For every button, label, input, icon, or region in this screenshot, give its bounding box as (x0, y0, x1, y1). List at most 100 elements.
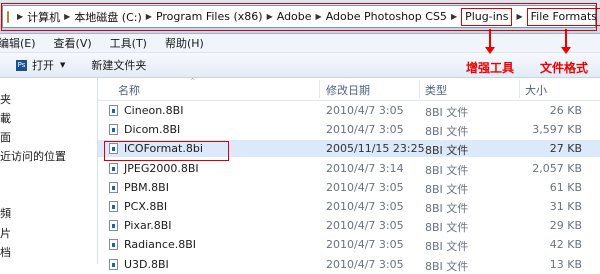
annotation-arrow (565, 29, 567, 48)
chevron-right-icon[interactable]: ▶ (64, 12, 70, 21)
table-row[interactable]: Radiance.8BI 2010/4/7 3:05 8BI 文件 42 KB (98, 236, 600, 253)
chevron-right-icon[interactable]: ▶ (146, 12, 152, 21)
file-icon (109, 143, 118, 154)
table-row[interactable]: ICOFormat.8bi 2005/11/15 23:25 8BI 文件 27 KB (98, 140, 600, 157)
menu-edit[interactable]: 编辑(E) (0, 35, 36, 51)
annotation-plugins-label: 增强工具 (466, 61, 515, 75)
table-row[interactable]: U3D.8BI 2010/4/7 3:05 8BI 文件 13 KB (98, 256, 600, 273)
breadcrumb-local-disk[interactable]: 本地磁盘 (C:) (74, 9, 141, 25)
table-row[interactable]: PCX.8BI 2010/4/7 3:05 8BI 文件 31 KB (98, 198, 600, 215)
column-type[interactable]: 类型 (425, 82, 447, 98)
chevron-right-icon[interactable]: ▶ (17, 12, 23, 21)
file-size: 26 KB (549, 104, 582, 117)
column-divider[interactable] (519, 80, 520, 98)
column-header: ^ 名称 修改日期 类型 大小 (98, 78, 600, 101)
breadcrumb[interactable]: ▶ 计算机 ▶ 本地磁盘 (C:) ▶ Program Files (x86) … (2, 5, 600, 28)
file-icon (109, 124, 118, 135)
file-date: 2010/4/7 3:05 (326, 238, 404, 251)
annotation-arrow (489, 29, 491, 48)
file-icon (109, 259, 118, 270)
address-bar: ▶ 计算机 ▶ 本地磁盘 (C:) ▶ Program Files (x86) … (0, 0, 600, 34)
nav-item[interactable]: 面 (0, 129, 11, 145)
nav-item[interactable]: 頻 (0, 205, 11, 221)
annotation-arrow-head (485, 47, 495, 54)
column-name[interactable]: 名称 (118, 82, 140, 98)
nav-item-recent-places[interactable]: 近访问的位置 (0, 148, 66, 164)
chevron-right-icon[interactable]: ▶ (316, 12, 322, 21)
file-type: 8BI 文件 (425, 260, 469, 273)
file-icon (109, 163, 118, 174)
file-icon (109, 239, 118, 250)
file-size: 29 KB (549, 219, 582, 232)
file-name: ICOFormat.8bi (124, 142, 203, 155)
column-divider[interactable] (319, 80, 320, 98)
file-size: 42 KB (549, 238, 582, 251)
file-date: 2005/11/15 23:25 (326, 142, 425, 155)
file-type: 8BI 文件 (425, 221, 469, 234)
photoshop-icon: Ps (16, 59, 27, 71)
chevron-right-icon[interactable]: ▶ (516, 12, 522, 21)
file-name: U3D.8BI (124, 258, 169, 271)
column-divider[interactable] (419, 80, 420, 98)
new-folder-button[interactable]: 新建文件夹 (91, 57, 146, 73)
file-date: 2010/4/7 3:05 (326, 123, 404, 136)
file-type: 8BI 文件 (425, 183, 469, 196)
file-icon (109, 220, 118, 231)
file-size: 2,057 KB (532, 162, 582, 175)
file-size: 27 KB (549, 142, 582, 155)
breadcrumb-program-files[interactable]: Program Files (x86) (156, 10, 263, 23)
file-date: 2010/4/7 3:05 (326, 104, 404, 117)
annotation-arrow-head (561, 47, 571, 54)
column-date[interactable]: 修改日期 (326, 82, 370, 98)
file-name: Dicom.8BI (124, 123, 181, 136)
file-type: 8BI 文件 (425, 164, 469, 177)
file-icon (109, 182, 118, 193)
file-date: 2010/4/7 3:05 (326, 181, 404, 194)
table-row[interactable]: PBM.8BI 2010/4/7 3:05 8BI 文件 61 KB (98, 179, 600, 196)
nav-item[interactable]: 片 (0, 225, 11, 241)
column-size[interactable]: 大小 (525, 82, 547, 98)
chevron-down-icon[interactable]: ▼ (60, 61, 65, 69)
file-name: Pixar.8BI (124, 219, 172, 232)
sort-caret-icon: ^ (190, 78, 196, 85)
annotation-fileformats-label: 文件格式 (540, 61, 589, 75)
file-type: 8BI 文件 (425, 144, 469, 157)
file-name: Radiance.8BI (124, 238, 196, 251)
file-icon (109, 201, 118, 212)
file-type: 8BI 文件 (425, 240, 469, 253)
menu-view[interactable]: 查看(V) (54, 35, 92, 51)
navigation-pane: 夹 載 面 近访问的位置 頻 片 档 (0, 78, 97, 264)
file-date: 2010/4/7 3:05 (326, 258, 404, 271)
menu-help[interactable]: 帮助(H) (165, 35, 204, 51)
table-row[interactable]: Cineon.8BI 2010/4/7 3:05 8BI 文件 26 KB (98, 102, 600, 119)
breadcrumb-computer[interactable]: 计算机 (27, 9, 60, 25)
file-date: 2010/4/7 3:05 (326, 219, 404, 232)
menu-tools[interactable]: 工具(T) (110, 35, 147, 51)
file-date: 2010/4/7 3:05 (326, 200, 404, 213)
file-type: 8BI 文件 (425, 106, 469, 119)
folder-icon (7, 10, 9, 23)
breadcrumb-plugins[interactable]: Plug-ins (461, 7, 513, 26)
chevron-right-icon[interactable]: ▶ (451, 12, 457, 21)
chevron-right-icon[interactable]: ▶ (267, 12, 273, 21)
nav-item[interactable]: 載 (0, 110, 11, 126)
file-name: PBM.8BI (124, 181, 169, 194)
nav-item[interactable]: 夹 (0, 91, 11, 107)
breadcrumb-photoshop[interactable]: Adobe Photoshop CS5 (326, 10, 447, 23)
breadcrumb-adobe[interactable]: Adobe (277, 10, 312, 23)
file-name: Cineon.8BI (124, 104, 184, 117)
file-list: ^ 名称 修改日期 类型 大小 Cineon.8BI 2010/4/7 3:05 8… (98, 78, 600, 273)
table-row[interactable]: Pixar.8BI 2010/4/7 3:05 8BI 文件 29 KB (98, 217, 600, 234)
file-type: 8BI 文件 (425, 125, 469, 138)
open-label: 打开 (32, 59, 54, 72)
open-button[interactable]: Ps 打开 ▼ (16, 57, 65, 73)
file-name: PCX.8BI (124, 200, 168, 213)
breadcrumb-file-formats[interactable]: File Formats (526, 7, 600, 26)
table-row[interactable]: Dicom.8BI 2010/4/7 3:05 8BI 文件 3,597 KB (98, 121, 600, 138)
file-size: 31 KB (549, 200, 582, 213)
table-row[interactable]: JPEG2000.8BI 2010/4/7 3:14 8BI 文件 2,057 KB (98, 160, 600, 177)
file-type: 8BI 文件 (425, 202, 469, 215)
file-date: 2010/4/7 3:14 (326, 162, 404, 175)
file-name: JPEG2000.8BI (124, 162, 199, 175)
nav-item[interactable]: 档 (0, 244, 11, 260)
